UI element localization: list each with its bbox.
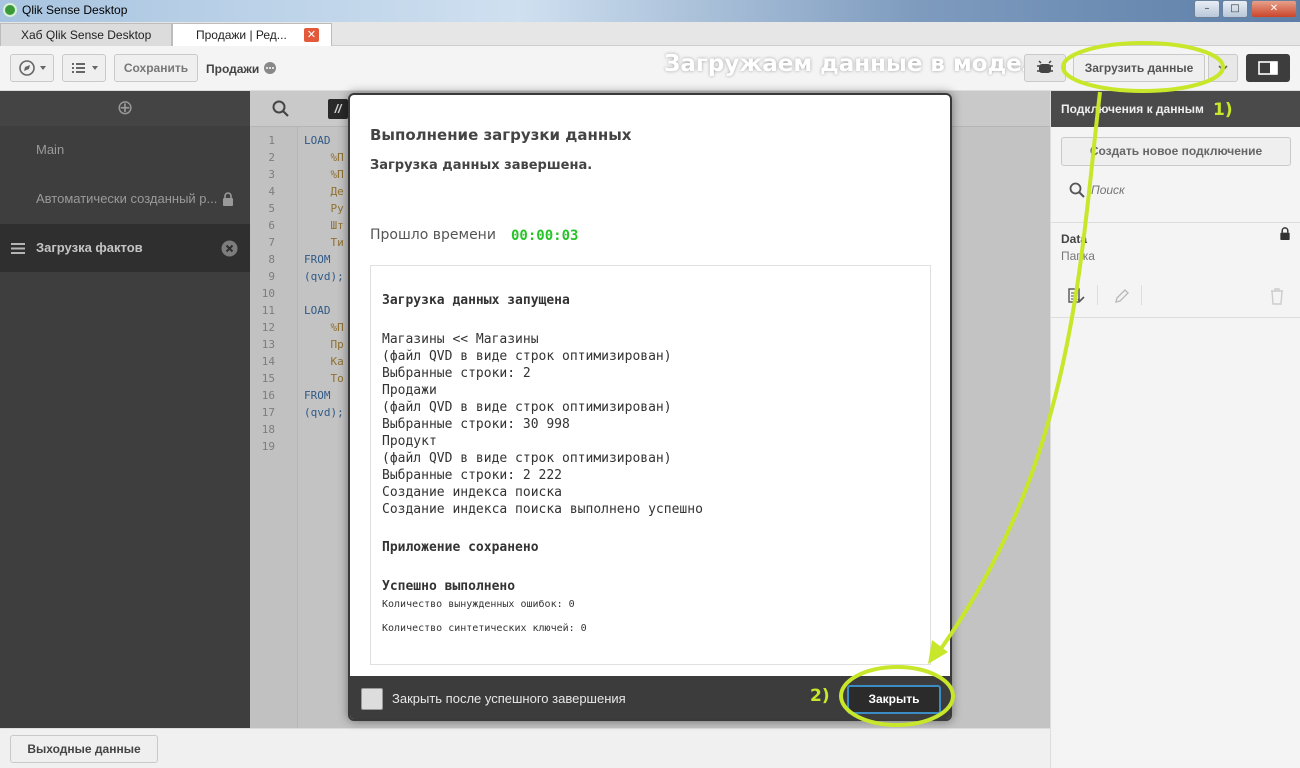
annotation-step-2: 2): [810, 686, 830, 706]
annotation-step-1: 1): [1213, 100, 1233, 120]
annotation-overlay: [839, 41, 1225, 727]
highlight-load-data-ellipse: [1061, 41, 1225, 93]
annotation-arrow-line: [938, 91, 1102, 652]
highlight-close-ellipse: [839, 665, 955, 727]
